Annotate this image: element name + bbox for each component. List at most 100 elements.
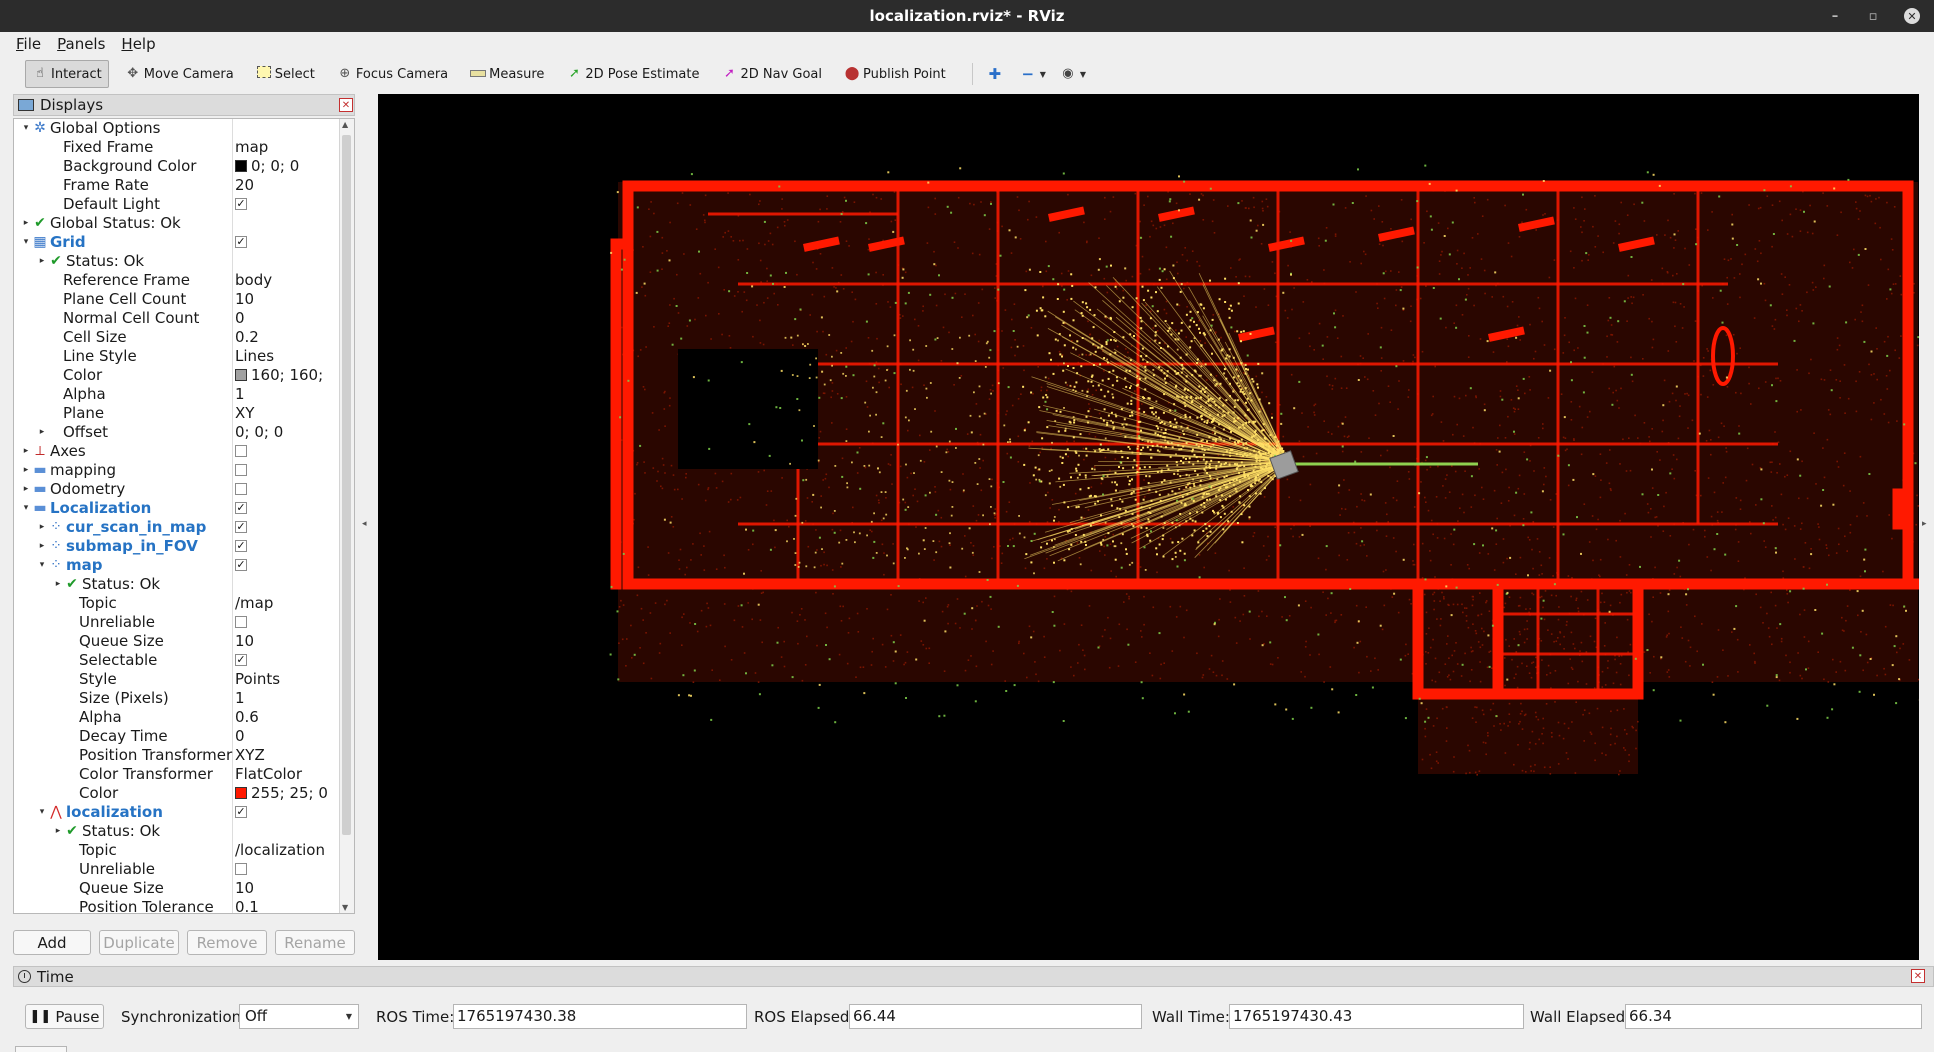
property-row[interactable]: ▸⟂Axes <box>14 442 340 461</box>
enabled-checkbox[interactable] <box>235 863 247 875</box>
property-row[interactable]: Selectable✓ <box>14 651 340 670</box>
close-displays-panel-icon[interactable]: ✕ <box>339 98 353 112</box>
property-value[interactable]: 0 <box>235 309 245 328</box>
enabled-checkbox[interactable]: ✓ <box>235 521 247 533</box>
property-row[interactable]: ▸⁘cur_scan_in_map✓ <box>14 518 340 537</box>
enabled-checkbox[interactable]: ✓ <box>235 806 247 818</box>
property-value[interactable]: 1 <box>235 689 245 708</box>
property-row[interactable]: Position TransformerXYZ <box>14 746 340 765</box>
rename-display-button[interactable]: Rename <box>275 930 355 955</box>
property-row[interactable]: Position Tolerance0.1 <box>14 898 340 914</box>
wall-elapsed-field[interactable]: 66.34 <box>1625 1004 1922 1029</box>
expand-arrow-icon[interactable]: ▸ <box>20 461 32 480</box>
property-row[interactable]: Size (Pixels)1 <box>14 689 340 708</box>
property-row[interactable]: Cell Size0.2 <box>14 328 340 347</box>
synchronization-select[interactable]: Off ▼ <box>239 1004 359 1029</box>
property-value[interactable]: XY <box>235 404 254 423</box>
property-row[interactable]: ▸✔Status: Ok <box>14 575 340 594</box>
ros-elapsed-field[interactable]: 66.44 <box>849 1004 1142 1029</box>
property-row[interactable]: Color160; 160; <box>14 366 340 385</box>
2d-pose-estimate-tool-button[interactable]: ➚ 2D Pose Estimate <box>560 60 705 88</box>
property-value[interactable]: 1 <box>235 385 245 404</box>
property-row[interactable]: Color TransformerFlatColor <box>14 765 340 784</box>
property-value[interactable]: Points <box>235 670 280 689</box>
enabled-checkbox[interactable]: ✓ <box>235 502 247 514</box>
property-value[interactable]: 0 <box>235 727 245 746</box>
collapse-left-icon[interactable]: ◂ <box>362 519 367 529</box>
2d-nav-goal-tool-button[interactable]: ➚ 2D Nav Goal <box>715 60 828 88</box>
expand-arrow-icon[interactable]: ▸ <box>20 480 32 499</box>
wall-time-field[interactable]: 1765197430.43 <box>1229 1004 1524 1029</box>
property-row[interactable]: Queue Size10 <box>14 632 340 651</box>
property-value[interactable]: 0; 0; 0 <box>235 423 283 442</box>
property-row[interactable]: Fixed Framemap <box>14 138 340 157</box>
interact-tool-button[interactable]: ☝ Interact <box>25 60 109 88</box>
property-value[interactable]: map <box>235 138 268 157</box>
property-value[interactable]: 10 <box>235 879 254 898</box>
add-tool-button[interactable]: ✚ <box>983 60 1010 88</box>
property-row[interactable]: Default Light✓ <box>14 195 340 214</box>
property-value[interactable]: XYZ <box>235 746 265 765</box>
pause-button[interactable]: ❚❚ Pause <box>25 1004 104 1029</box>
property-row[interactable]: ▸▬Odometry <box>14 480 340 499</box>
property-value[interactable]: 20 <box>235 176 254 195</box>
select-tool-button[interactable]: Select <box>250 60 321 88</box>
move-camera-tool-button[interactable]: ✥ Move Camera <box>119 60 240 88</box>
property-row[interactable]: ▾⋀localization✓ <box>14 803 340 822</box>
measure-tool-button[interactable]: Measure <box>464 60 550 88</box>
collapse-arrow-icon[interactable]: ▾ <box>20 233 32 252</box>
property-row[interactable]: Color255; 25; 0 <box>14 784 340 803</box>
property-value[interactable]: 0.2 <box>235 328 259 347</box>
property-row[interactable]: ▸▬mapping <box>14 461 340 480</box>
minimize-icon[interactable]: – <box>1828 9 1842 24</box>
property-row[interactable]: Line StyleLines <box>14 347 340 366</box>
collapse-arrow-icon[interactable]: ▾ <box>20 499 32 518</box>
property-row[interactable]: ▾⁘map✓ <box>14 556 340 575</box>
property-row[interactable]: ▸⁘submap_in_FOV✓ <box>14 537 340 556</box>
property-row[interactable]: ▸✔Global Status: Ok <box>14 214 340 233</box>
collapse-arrow-icon[interactable]: ▾ <box>36 803 48 822</box>
maximize-icon[interactable]: ▫ <box>1866 9 1880 24</box>
property-row[interactable]: ▸Offset0; 0; 0 <box>14 423 340 442</box>
property-value[interactable]: 160; 160; <box>235 366 323 385</box>
expand-arrow-icon[interactable]: ▸ <box>36 537 48 556</box>
remove-display-button[interactable]: Remove <box>187 930 267 955</box>
collapse-right-icon[interactable]: ▸ <box>1922 519 1927 529</box>
close-window-icon[interactable]: ✕ <box>1904 8 1920 24</box>
scroll-down-icon[interactable]: ▼ <box>342 903 348 912</box>
publish-point-tool-button[interactable]: ⬤ Publish Point <box>838 60 952 88</box>
collapse-arrow-icon[interactable]: ▾ <box>20 119 32 138</box>
close-time-panel-icon[interactable]: ✕ <box>1911 969 1925 983</box>
property-row[interactable]: Alpha0.6 <box>14 708 340 727</box>
displays-tree-scrollbar[interactable]: ▲ ▼ <box>339 119 354 913</box>
property-value[interactable]: /map <box>235 594 273 613</box>
enabled-checkbox[interactable]: ✓ <box>235 236 247 248</box>
expand-arrow-icon[interactable]: ▸ <box>36 252 48 271</box>
enabled-checkbox[interactable] <box>235 616 247 628</box>
property-value[interactable]: /localization <box>235 841 325 860</box>
collapse-arrow-icon[interactable]: ▾ <box>36 556 48 575</box>
view-tool-button[interactable]: ◉▼ <box>1056 60 1090 88</box>
property-row[interactable]: Unreliable <box>14 860 340 879</box>
property-value[interactable]: 10 <box>235 290 254 309</box>
expand-arrow-icon[interactable]: ▸ <box>20 442 32 461</box>
property-row[interactable]: ▾✲Global Options <box>14 119 340 138</box>
property-row[interactable]: Normal Cell Count0 <box>14 309 340 328</box>
right-splitter[interactable]: ▸ <box>1922 94 1934 960</box>
property-row[interactable]: PlaneXY <box>14 404 340 423</box>
property-value[interactable]: 255; 25; 0 <box>235 784 328 803</box>
property-row[interactable]: Background Color0; 0; 0 <box>14 157 340 176</box>
property-value[interactable]: 10 <box>235 632 254 651</box>
scrollbar-thumb[interactable] <box>342 135 351 835</box>
property-row[interactable]: Plane Cell Count10 <box>14 290 340 309</box>
property-row[interactable]: ▸✔Status: Ok <box>14 252 340 271</box>
bottom-panel-tab[interactable] <box>15 1046 67 1052</box>
menu-file[interactable]: File <box>16 35 41 53</box>
expand-arrow-icon[interactable]: ▸ <box>52 822 64 841</box>
menu-panels[interactable]: Panels <box>57 35 105 53</box>
property-row[interactable]: Queue Size10 <box>14 879 340 898</box>
enabled-checkbox[interactable] <box>235 483 247 495</box>
duplicate-display-button[interactable]: Duplicate <box>99 930 179 955</box>
property-row[interactable]: Topic/map <box>14 594 340 613</box>
enabled-checkbox[interactable]: ✓ <box>235 559 247 571</box>
